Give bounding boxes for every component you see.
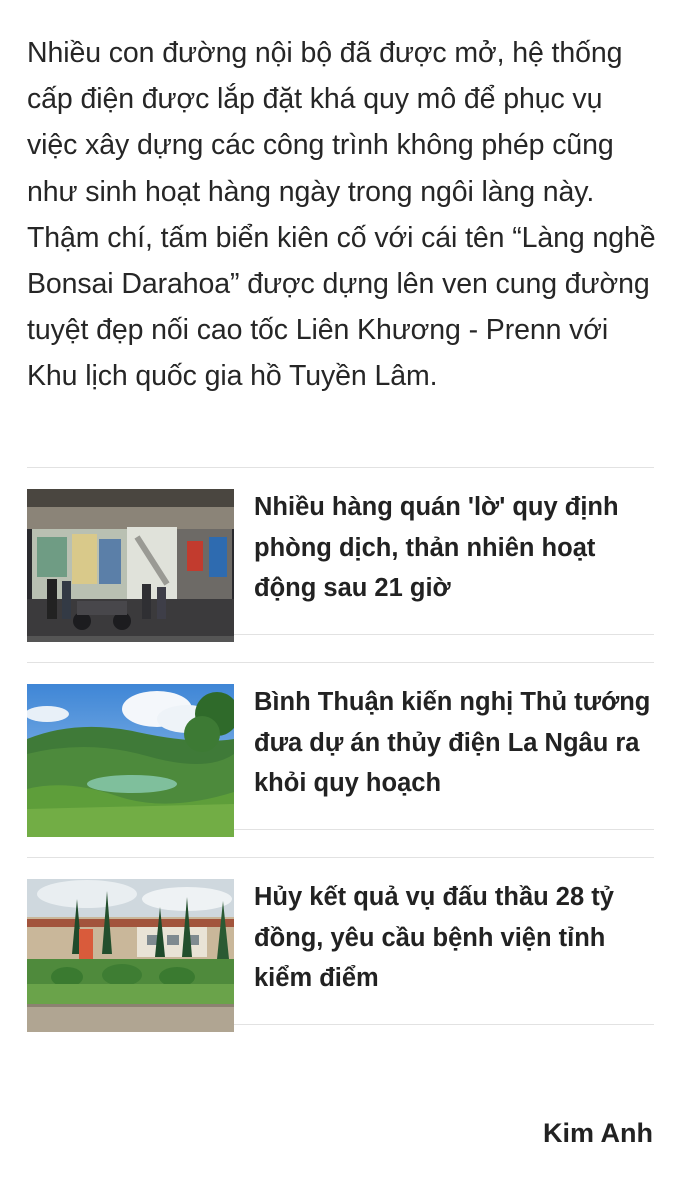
related-article-title[interactable]: Bình Thuận kiến nghị Thủ tướng đưa dự án… <box>254 682 654 804</box>
street-shop-night-photo <box>27 489 234 642</box>
green-hills-lake-photo <box>27 684 234 837</box>
related-article-item[interactable]: Bình Thuận kiến nghị Thủ tướng đưa dự án… <box>27 663 654 837</box>
related-articles-list: Nhiều hàng quán 'lờ' quy định phòng dịch… <box>27 467 654 1032</box>
related-article-title[interactable]: Nhiều hàng quán 'lờ' quy định phòng dịch… <box>254 487 654 609</box>
related-article-item[interactable]: Hủy kết quả vụ đấu thầu 28 tỷ đồng, yêu … <box>27 858 654 1032</box>
article-paragraph: Nhiều con đường nội bộ đã được mở, hệ th… <box>27 37 656 393</box>
related-article-title[interactable]: Hủy kết quả vụ đấu thầu 28 tỷ đồng, yêu … <box>254 877 654 999</box>
related-article-item[interactable]: Nhiều hàng quán 'lờ' quy định phòng dịch… <box>27 468 654 642</box>
hospital-gate-photo <box>27 879 234 1032</box>
related-article-thumbnail[interactable] <box>27 489 234 642</box>
related-article-thumbnail[interactable] <box>27 684 234 837</box>
author-name: Kim Anh <box>543 1118 653 1148</box>
related-article-thumbnail[interactable] <box>27 879 234 1032</box>
